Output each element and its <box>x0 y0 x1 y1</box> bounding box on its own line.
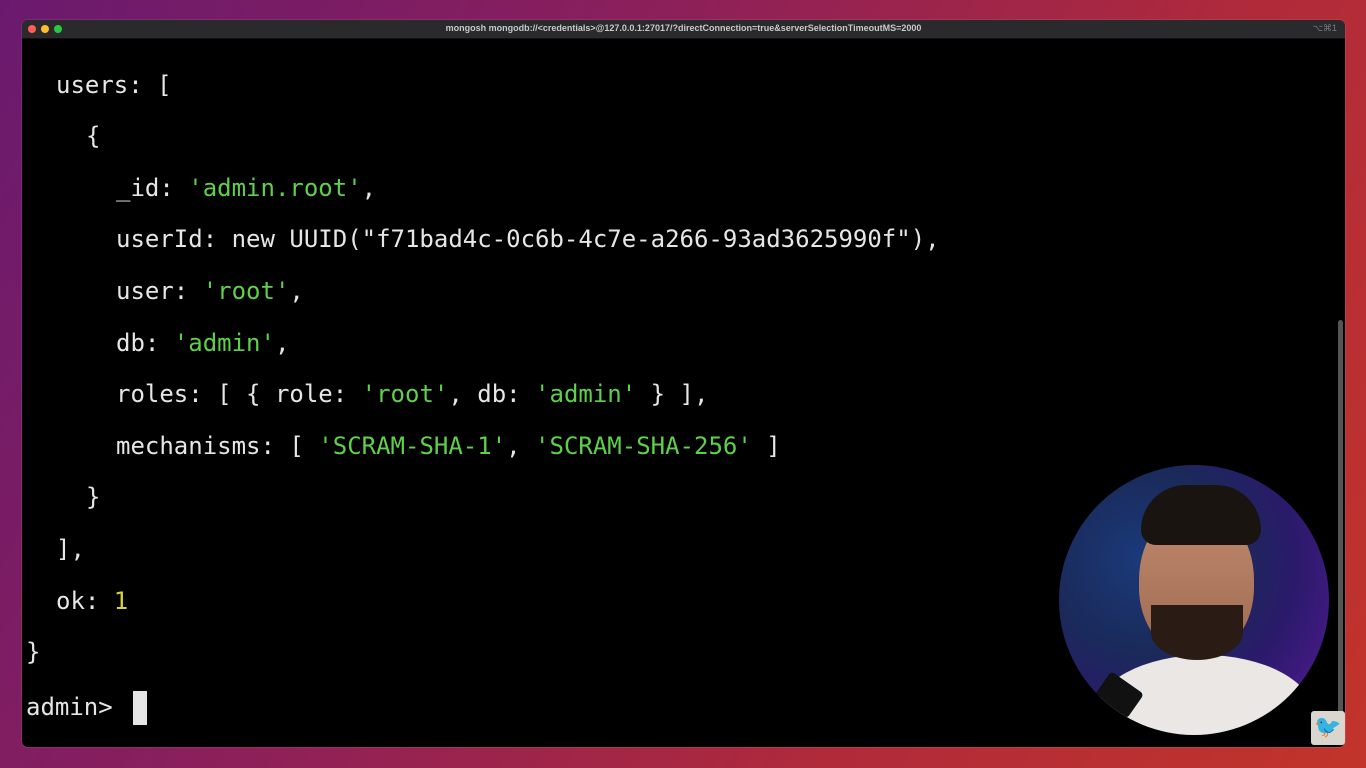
webcam-hair <box>1141 485 1261 545</box>
output-line-users: users: [ <box>56 71 172 99</box>
shell-prompt-line[interactable]: admin> <box>26 689 148 725</box>
title-bar[interactable]: mongosh mongodb://<credentials>@127.0.0.… <box>22 20 1345 39</box>
output-line-close-bracket: ], <box>56 535 85 563</box>
webcam-overlay <box>1059 465 1329 735</box>
output-line-close-brace: } <box>86 483 101 511</box>
shell-prompt: admin> <box>26 693 128 721</box>
output-line-final-brace: } <box>26 638 41 666</box>
bird-icon: 🐦 <box>1311 711 1345 745</box>
text-cursor <box>133 691 148 725</box>
vertical-scrollbar[interactable] <box>1338 320 1343 725</box>
webcam-beard <box>1151 605 1243 660</box>
output-line-db: db: 'admin', <box>116 329 290 357</box>
output-line-userid: userId: new UUID("f71bad4c-0c6b-4c7e-a26… <box>116 225 940 253</box>
output-line-user: user: 'root', <box>116 277 304 305</box>
output-line-ok: ok: 1 <box>56 587 129 615</box>
output-line-mechanisms: mechanisms: [ 'SCRAM-SHA-1', 'SCRAM-SHA-… <box>116 432 781 460</box>
output-line-roles: roles: [ { role: 'root', db: 'admin' } ]… <box>116 380 709 408</box>
window-shortcut: ⌥⌘1 <box>1312 23 1337 33</box>
output-line-id: _id: 'admin.root', <box>116 174 377 202</box>
output-line-open-brace: { <box>86 122 101 150</box>
window-title: mongosh mongodb://<credentials>@127.0.0.… <box>445 23 922 33</box>
